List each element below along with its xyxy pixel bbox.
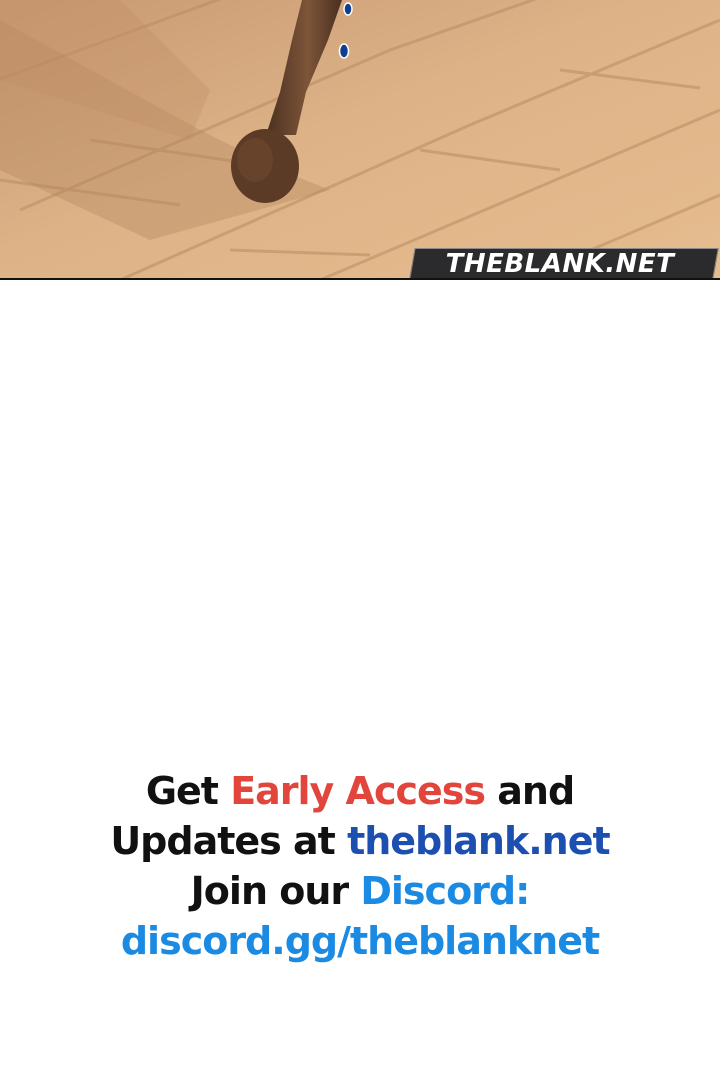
promo-line-3: Join our Discord:	[190, 869, 531, 913]
promo-line-4: discord.gg/theblanknet	[0, 916, 720, 966]
discord-link[interactable]: discord.gg/theblanknet	[121, 919, 600, 963]
site-link[interactable]: theblank.net	[347, 819, 611, 863]
promo-line-1: Get Early Access and	[145, 769, 575, 813]
blue-droplet	[338, 43, 350, 59]
discord-highlight: Discord:	[360, 869, 530, 913]
blue-droplet	[343, 2, 353, 16]
comic-panel: THEBLANK.NET	[0, 0, 720, 280]
promo-line-2: Updates at theblank.net	[110, 819, 611, 863]
floor-illustration	[0, 0, 720, 280]
promo-message: Get Early Access and Updates at theblank…	[0, 766, 720, 966]
panel-border	[0, 278, 720, 280]
early-access-highlight: Early Access	[230, 769, 486, 813]
watermark-text: THEBLANK.NET	[445, 249, 675, 279]
